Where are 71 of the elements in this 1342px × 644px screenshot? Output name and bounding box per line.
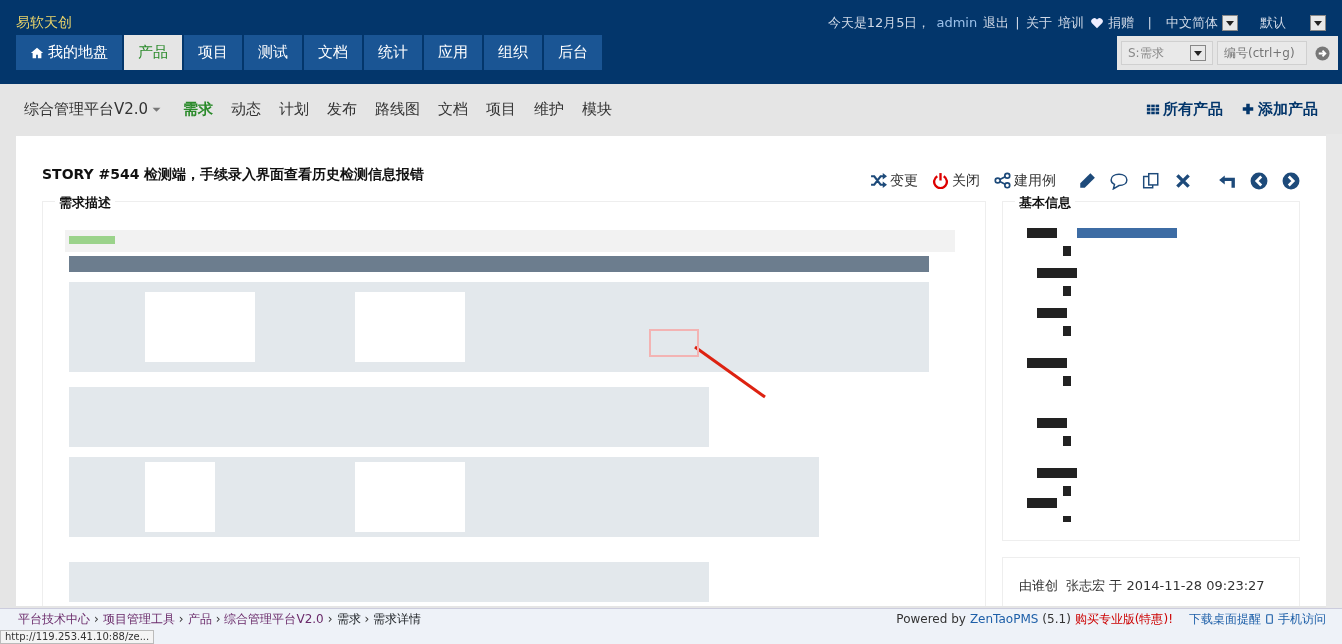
- date-text: 今天是12月5日，: [827, 13, 931, 32]
- breadcrumb-separator: ›: [364, 611, 370, 628]
- power-icon: [932, 172, 949, 189]
- share-icon: [994, 172, 1011, 189]
- pencil-icon[interactable]: [1078, 171, 1096, 190]
- search-field[interactable]: 编号(ctrl+g): [1217, 41, 1307, 65]
- breadcrumb-link[interactable]: 需求: [336, 610, 361, 628]
- grid-icon: [1146, 102, 1160, 116]
- breadcrumb-separator: ›: [94, 611, 99, 628]
- about-link[interactable]: 关于: [1025, 12, 1052, 33]
- menu-link[interactable]: 项目: [486, 97, 517, 121]
- add-product-link[interactable]: 添加产品: [1241, 97, 1318, 121]
- copy-icon[interactable]: [1142, 171, 1160, 190]
- plus-icon: [1241, 102, 1255, 116]
- go-icon[interactable]: [1315, 45, 1330, 61]
- menu-link[interactable]: 路线图: [375, 97, 421, 121]
- menu-link[interactable]: 动态: [231, 97, 262, 121]
- close-story-button[interactable]: 关闭: [932, 170, 980, 191]
- menu-link[interactable]: 计划: [279, 97, 310, 121]
- buy-link[interactable]: 购买专业版(特惠)!: [1074, 610, 1173, 628]
- change-button[interactable]: 变更: [870, 170, 918, 191]
- menu-link[interactable]: 维护: [534, 97, 565, 121]
- brand-link[interactable]: ZenTaoPMS: [969, 610, 1039, 628]
- story-title: STORY #544 检测端，手续录入界面查看历史检测信息报错: [42, 165, 425, 184]
- menu-link[interactable]: 模块: [582, 97, 613, 121]
- home-icon: [30, 45, 44, 60]
- comment-icon[interactable]: [1110, 171, 1128, 190]
- nav-tab[interactable]: 统计: [364, 35, 422, 70]
- previous-icon[interactable]: [1250, 171, 1268, 190]
- nav-tab[interactable]: 产品: [124, 35, 182, 70]
- separator: |: [1147, 13, 1152, 32]
- breadcrumb-link[interactable]: 产品: [187, 610, 212, 628]
- nav-tab[interactable]: 应用: [424, 35, 482, 70]
- close-icon[interactable]: [1174, 171, 1192, 190]
- breadcrumb-separator: ›: [178, 611, 184, 628]
- heart-icon: [1089, 15, 1104, 30]
- breadcrumb-link[interactable]: 项目管理工具: [102, 610, 175, 628]
- shuffle-icon: [870, 172, 887, 189]
- nav-tab[interactable]: 测试: [244, 35, 302, 70]
- next-icon[interactable]: [1282, 171, 1300, 190]
- theme-select[interactable]: 默认: [1260, 12, 1326, 33]
- history-entry: 由谁创 张志宏 于 2014-11-28 09:23:27: [1019, 577, 1266, 595]
- phone-icon: [1265, 612, 1274, 626]
- breadcrumb-link[interactable]: 需求详情: [373, 610, 422, 628]
- menu-link[interactable]: 文档: [438, 97, 469, 121]
- breadcrumb-link[interactable]: 平台技术中心: [18, 610, 90, 628]
- separator: |: [1015, 13, 1020, 32]
- menu-link[interactable]: 发布: [327, 97, 358, 121]
- donate-link[interactable]: 捐赠: [1089, 12, 1134, 33]
- menu-link[interactable]: 需求: [183, 97, 214, 121]
- create-case-button[interactable]: 建用例: [994, 170, 1056, 191]
- nav-tab[interactable]: 我的地盘: [16, 35, 122, 70]
- all-products-link[interactable]: 所有产品: [1146, 97, 1223, 121]
- mobile-link[interactable]: 手机访问: [1265, 610, 1326, 628]
- nav-tab[interactable]: 文档: [304, 35, 362, 70]
- training-link[interactable]: 培训: [1057, 12, 1084, 33]
- nav-tab[interactable]: 项目: [184, 35, 242, 70]
- download-link[interactable]: 下载桌面提醒: [1189, 610, 1261, 628]
- breadcrumb-link[interactable]: 综合管理平台V2.0: [224, 610, 324, 628]
- version-text: (5.1): [1042, 611, 1071, 628]
- user-link[interactable]: admin: [936, 12, 978, 33]
- nav-tab[interactable]: 后台: [544, 35, 602, 70]
- product-dropdown[interactable]: 综合管理平台V2.0: [24, 97, 162, 121]
- status-url-tooltip: http://119.253.41.10:88/ze...: [0, 630, 155, 644]
- nav-tab[interactable]: 组织: [484, 35, 542, 70]
- breadcrumb-separator: ›: [215, 611, 221, 628]
- breadcrumb-separator: ›: [327, 611, 333, 628]
- brand-name: 易软天创: [16, 13, 72, 32]
- logout-link[interactable]: 退出: [983, 12, 1010, 33]
- language-select[interactable]: 中文简体: [1166, 12, 1238, 33]
- powered-text: Powered by: [896, 611, 966, 628]
